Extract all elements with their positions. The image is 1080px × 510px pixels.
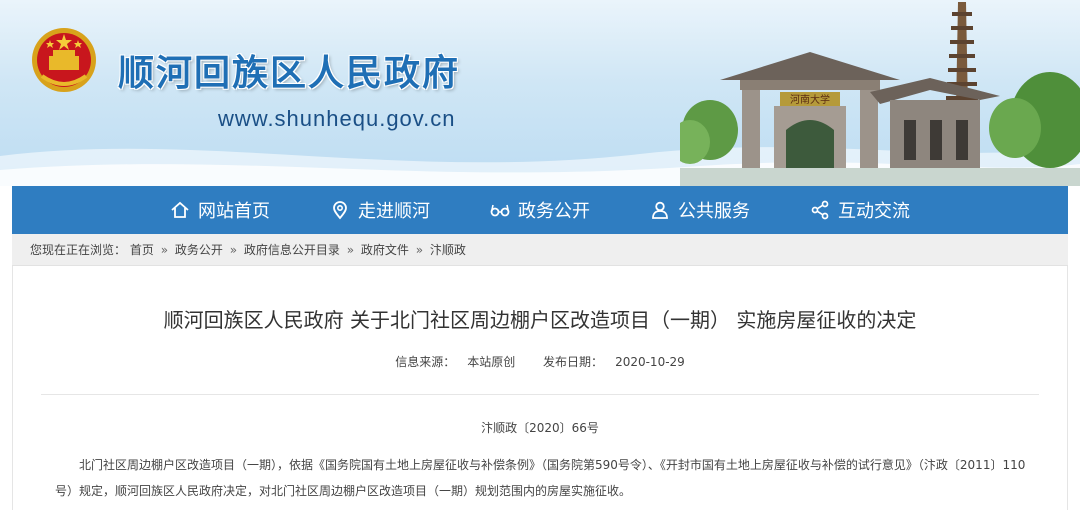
breadcrumb-item-home[interactable]: 首页 [130,243,154,257]
breadcrumb-item-info-catalog[interactable]: 政府信息公开目录 [244,243,340,257]
article-meta: 信息来源： 本站原创 发布日期： 2020-10-29 [13,353,1067,370]
article-title: 顺河回族区人民政府 关于北门社区周边棚户区改造项目（一期） 实施房屋征收的决定 [163,308,917,332]
source-label: 信息来源： [395,355,456,369]
breadcrumb-separator: » [160,243,169,257]
nav-item-government-affairs[interactable]: 政务公开 [490,197,590,223]
breadcrumb-separator: » [346,243,355,257]
source-value: 本站原创 [467,355,516,369]
site-url: www.shunhequ.gov.cn [218,106,456,131]
location-pin-icon [333,201,347,220]
nav-item-interaction[interactable]: 互动交流 [810,197,910,223]
article-divider [41,394,1039,395]
site-header-banner: 顺河回族区人民政府 www.shunhequ.gov.cn 河南大学 [0,0,1080,186]
article-content: 顺河回族区人民政府 关于北门社区周边棚户区改造项目（一期） 实施房屋征收的决定 … [12,266,1068,510]
nav-item-label: 公共服务 [678,201,750,222]
gate-plaque: 河南大学 [790,93,830,106]
home-icon [171,201,189,218]
nav-item-label: 网站首页 [198,201,270,222]
share-icon [811,200,829,220]
breadcrumb-separator: » [229,243,238,257]
university-gate-illustration: 河南大学 [680,2,1080,186]
article-paragraph: 北门社区周边棚户区改造项目（一期），依据《国务院国有土地上房屋征收与补偿条例》（… [55,458,1026,498]
user-icon [652,201,668,219]
breadcrumb-item-current[interactable]: 汴顺政 [430,243,466,257]
main-navigation: 网站首页 走进顺河 政务公开 公共服务 互动交流 [12,186,1068,234]
nav-item-about[interactable]: 走进顺河 [330,197,430,223]
breadcrumb-separator: » [415,243,424,257]
national-emblem-icon [32,28,96,92]
document-number: 汴顺政〔2020〕66号 [481,421,599,435]
nav-item-label: 政务公开 [518,201,590,222]
glasses-icon [490,204,510,217]
nav-item-label: 走进顺河 [358,201,430,222]
nav-item-home[interactable]: 网站首页 [170,197,270,223]
site-title: 顺河回族区人民政府 [118,53,461,94]
date-label: 发布日期： [543,355,604,369]
breadcrumb: 您现在正在浏览： 首页 » 政务公开 » 政府信息公开目录 » 政府文件 » 汴… [12,234,1068,266]
nav-item-public-service[interactable]: 公共服务 [650,197,750,223]
breadcrumb-item-government-affairs[interactable]: 政务公开 [175,243,223,257]
date-value: 2020-10-29 [615,355,685,369]
breadcrumb-item-government-documents[interactable]: 政府文件 [361,243,409,257]
nav-item-label: 互动交流 [838,201,910,222]
breadcrumb-prefix: 您现在正在浏览： [30,243,127,257]
